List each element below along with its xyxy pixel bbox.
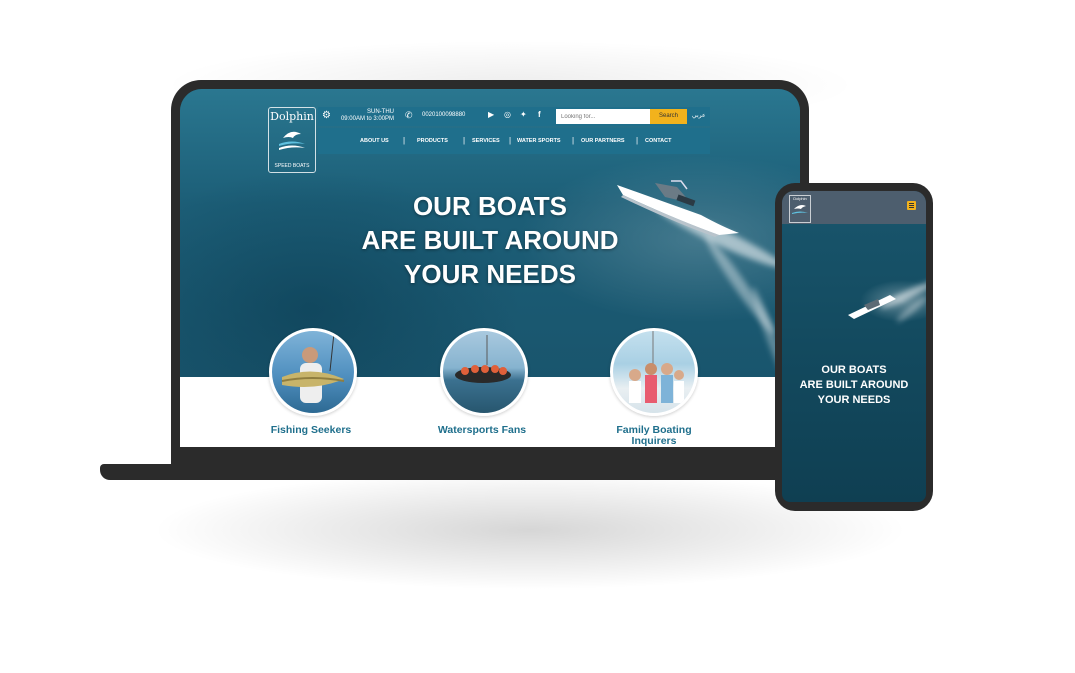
family-boating-image[interactable] (610, 328, 698, 416)
laptop-base (100, 464, 888, 480)
top-info-bar: ⚙ SUN-THU 09:00AM to 3:00PM ✆ 0020100098… (318, 107, 710, 126)
mobile-headline-line: ARE BUILT AROUND (799, 379, 909, 391)
mobile-header: Dolphin (782, 191, 926, 224)
dolphin-logo-icon (792, 205, 808, 214)
phone-number[interactable]: 0020100098880 (422, 112, 465, 118)
phone-screen: Dolphin OUR BOATS ARE BUILT AROUND YOUR … (782, 191, 926, 502)
nav-services[interactable]: SERVICES (472, 138, 500, 144)
nav-contact[interactable]: CONTACT (645, 138, 671, 144)
working-days: SUN-THU (367, 109, 394, 115)
laptop-screen: Dolphin SPEED BOATS ⚙ SUN-THU 09:00AM to… (180, 89, 800, 447)
language-switch[interactable]: عربي (692, 112, 706, 119)
search-button[interactable]: Search (650, 109, 687, 124)
search-input[interactable] (556, 109, 650, 124)
hero-headline: OUR BOATS ARE BUILT AROUND YOUR NEEDS (310, 189, 670, 291)
logo-name: Dolphin (270, 110, 314, 123)
watersports-photo (455, 335, 511, 383)
clock-icon: ⚙ (322, 110, 331, 121)
mobile-headline-line: YOUR NEEDS (817, 394, 891, 406)
watersports-fans-image[interactable] (440, 328, 528, 416)
mobile-hero-headline: OUR BOATS ARE BUILT AROUND YOUR NEEDS (782, 363, 926, 408)
instagram-icon[interactable]: ◎ (504, 110, 511, 119)
nav-separator: | (463, 136, 466, 145)
fishing-seekers-label[interactable]: Fishing Seekers (251, 425, 371, 436)
logo-tagline: SPEED BOATS (274, 163, 310, 169)
working-time: 09:00AM to 3:00PM (340, 116, 394, 122)
youtube-icon[interactable]: ▶ (488, 110, 494, 119)
nav-separator: | (403, 136, 406, 145)
nav-our-partners[interactable]: OUR PARTNERS (581, 138, 625, 144)
family-boating-label[interactable]: Family Boating Inquirers (594, 425, 714, 447)
nav-about-us[interactable]: ABOUT US (360, 138, 389, 144)
nav-separator: | (636, 136, 639, 145)
twitter-icon[interactable]: ✦ (520, 110, 527, 119)
phone-icon: ✆ (405, 110, 413, 120)
nav-products[interactable]: PRODUCTS (417, 138, 448, 144)
site-logo[interactable]: Dolphin SPEED BOATS (268, 107, 316, 173)
hamburger-menu-icon[interactable] (907, 201, 916, 210)
nav-separator: | (509, 136, 512, 145)
facebook-icon[interactable]: f (538, 110, 541, 119)
working-hours: SUN-THU 09:00AM to 3:00PM (340, 109, 394, 123)
nav-water-sports[interactable]: WATER SPORTS (517, 138, 561, 144)
hero-headline-line: YOUR NEEDS (404, 259, 576, 289)
dolphin-logo-icon (279, 131, 305, 150)
speedboat-image (848, 295, 896, 319)
family-photo (629, 331, 684, 403)
mobile-headline-line: OUR BOATS (821, 364, 887, 376)
watersports-fans-label[interactable]: Watersports Fans (422, 425, 542, 436)
nav-separator: | (572, 136, 575, 145)
fishing-seekers-image[interactable] (269, 328, 357, 416)
main-nav: ABOUT US | PRODUCTS | SERVICES | WATER S… (318, 128, 710, 154)
hero-headline-line: OUR BOATS (412, 191, 568, 221)
fisherman-photo (281, 332, 345, 403)
hero-headline-line: ARE BUILT AROUND (361, 225, 619, 255)
mobile-logo[interactable]: Dolphin (789, 195, 811, 223)
